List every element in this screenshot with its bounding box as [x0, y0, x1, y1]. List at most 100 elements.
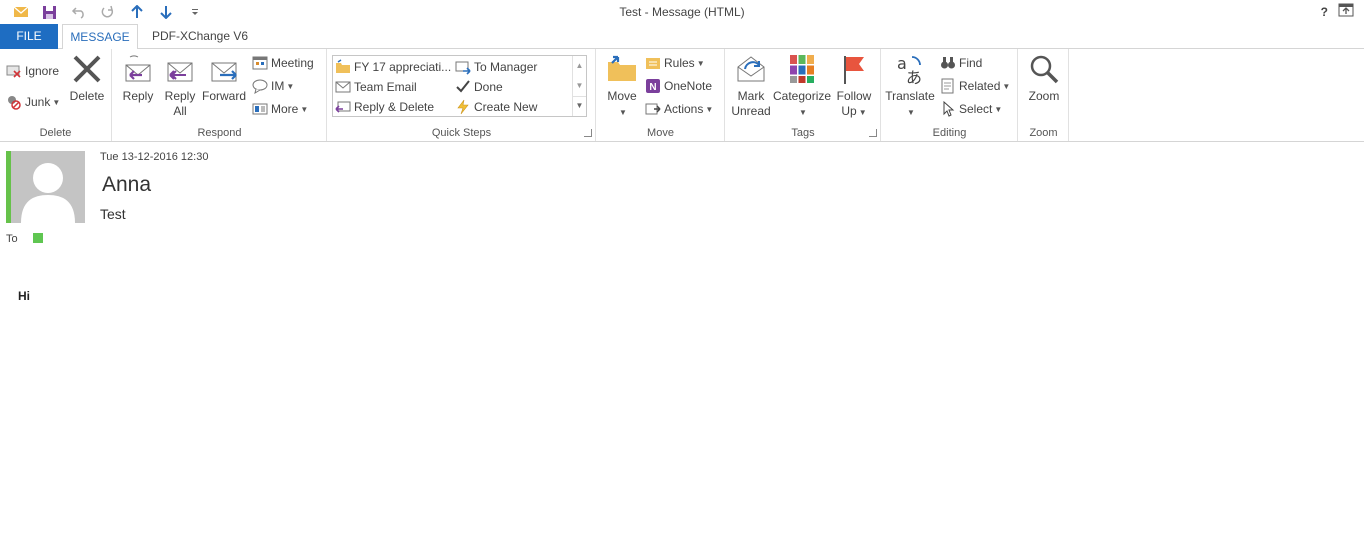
ribbon-tabs: FILE MESSAGE PDF-XChange V6 — [0, 24, 1364, 50]
move-button[interactable]: Move ▼ — [603, 53, 641, 120]
scroll-up-icon[interactable]: ▲ — [573, 56, 586, 76]
editing-group-label: Editing — [932, 127, 967, 139]
more-respond-button[interactable]: More ▼ — [252, 99, 308, 119]
more-icon — [252, 103, 268, 115]
lightning-icon — [457, 99, 469, 115]
tab-pdf-xchange[interactable]: PDF-XChange V6 — [148, 24, 252, 49]
zoom-button[interactable]: Zoom — [1023, 53, 1065, 104]
move-group: Move ▼ Rules ▼ N OneNote Actions ▼ Move — [597, 49, 725, 141]
tab-file[interactable]: FILE — [0, 24, 58, 49]
rules-icon — [646, 58, 660, 69]
quick-steps-group: FY 17 appreciati... Team Email Reply & D… — [328, 49, 596, 141]
im-button[interactable]: IM ▼ — [252, 76, 294, 96]
move-group-label: Move — [647, 127, 674, 139]
quick-step-done[interactable]: Done — [455, 77, 503, 97]
team-email-icon — [335, 81, 351, 93]
recipient-presence-icon[interactable] — [33, 233, 43, 243]
actions-button[interactable]: Actions ▼ — [645, 99, 713, 119]
ignore-button[interactable]: Ignore — [6, 61, 59, 81]
related-button[interactable]: Related ▼ — [940, 76, 1010, 96]
follow-up-label-2: Up — [841, 104, 857, 118]
delete-x-icon — [73, 55, 101, 83]
message-body: Hi — [18, 289, 30, 303]
magnifier-icon — [1030, 55, 1059, 84]
help-button[interactable]: ? — [1321, 5, 1328, 19]
reply-delete-icon — [335, 101, 351, 113]
avatar[interactable] — [11, 151, 85, 223]
ribbon-display-options-icon[interactable] — [1338, 3, 1354, 20]
categorize-button[interactable]: Categorize ▼ — [773, 53, 831, 120]
gallery-expand-icon[interactable]: ▼ — [573, 96, 586, 116]
svg-text:あ: あ — [906, 68, 922, 85]
quick-step-team-email[interactable]: Team Email — [335, 77, 417, 97]
forward-button[interactable]: Forward — [201, 53, 247, 104]
tags-launcher-icon[interactable] — [869, 129, 877, 137]
quick-step-create-new[interactable]: Create New — [455, 97, 537, 117]
quick-step-reply-delete-label: Reply & Delete — [354, 100, 435, 114]
im-label: IM — [271, 79, 285, 93]
to-label: To — [6, 233, 18, 245]
quick-steps-group-label: Quick Steps — [431, 127, 492, 139]
categorize-label: Categorize — [773, 89, 832, 103]
translate-label: Translate — [885, 89, 935, 103]
to-manager-icon — [455, 61, 471, 75]
translate-button[interactable]: aあ Translate ▼ — [884, 53, 936, 120]
quick-steps-launcher-icon[interactable] — [584, 129, 592, 137]
meeting-icon — [252, 56, 268, 70]
message-subject: Test — [100, 206, 126, 222]
quick-step-create-new-label: Create New — [474, 100, 538, 114]
forward-icon — [211, 62, 237, 82]
delete-group: Ignore Junk ▼ Delete Delete — [0, 49, 112, 141]
im-icon — [252, 79, 268, 94]
quick-step-reply-delete[interactable]: Reply & Delete — [335, 97, 434, 117]
find-label: Find — [959, 56, 983, 70]
message-pane: Tue 13-12-2016 12:30 Anna Test To Hi — [0, 142, 1364, 553]
ignore-icon — [6, 65, 21, 78]
mark-unread-button[interactable]: Mark Unread — [730, 53, 772, 119]
reply-icon — [125, 55, 151, 82]
folder-move-icon — [336, 59, 350, 73]
forward-label: Forward — [201, 89, 246, 103]
actions-icon — [645, 103, 661, 115]
zoom-label: Zoom — [1028, 89, 1060, 103]
find-button[interactable]: Find — [940, 53, 982, 73]
quick-step-fy17-label: FY 17 appreciati... — [354, 60, 452, 74]
rules-button[interactable]: Rules ▼ — [645, 53, 705, 73]
sender-name[interactable]: Anna — [102, 173, 151, 197]
reply-button[interactable]: Reply — [119, 53, 157, 104]
onenote-button[interactable]: N OneNote — [645, 76, 712, 96]
mark-unread-label-2: Unread — [731, 104, 771, 118]
scroll-down-icon[interactable]: ▼ — [573, 76, 586, 96]
tags-group-label: Tags — [791, 127, 815, 139]
reply-all-button[interactable]: Reply All — [161, 53, 199, 119]
rules-label: Rules — [664, 56, 695, 70]
quick-steps-scrollbar[interactable]: ▲ ▼ ▼ — [572, 56, 586, 116]
quick-step-to-manager[interactable]: To Manager — [455, 57, 537, 77]
svg-text:N: N — [649, 82, 656, 93]
meeting-label: Meeting — [271, 56, 314, 70]
related-label: Related — [959, 79, 1001, 93]
quick-step-fy17[interactable]: FY 17 appreciati... — [335, 57, 451, 77]
delete-group-label: Delete — [39, 127, 72, 139]
respond-group: Reply Reply All Forward Meeting IM ▼ More… — [113, 49, 327, 141]
follow-up-button[interactable]: Follow Up ▼ — [832, 53, 876, 120]
more-label: More — [271, 102, 299, 116]
message-date: Tue 13-12-2016 12:30 — [100, 151, 209, 163]
junk-icon — [8, 96, 21, 110]
related-icon — [941, 78, 954, 94]
person-silhouette-icon — [21, 163, 75, 223]
categorize-icon — [790, 55, 814, 83]
reply-all-label-1: Reply — [164, 89, 196, 103]
follow-up-label-1: Follow — [836, 89, 872, 103]
tab-message[interactable]: MESSAGE — [62, 24, 138, 50]
junk-button[interactable]: Junk ▼ — [6, 92, 60, 112]
tags-group: Mark Unread Categorize ▼ Follow Up ▼ Tags — [726, 49, 881, 141]
delete-button[interactable]: Delete — [66, 53, 108, 104]
binoculars-icon — [941, 57, 955, 69]
select-button[interactable]: Select ▼ — [940, 99, 1002, 119]
meeting-button[interactable]: Meeting — [252, 53, 314, 73]
editing-group: aあ Translate ▼ Find Related ▼ Select ▼ Edit… — [882, 49, 1018, 141]
cursor-icon — [943, 101, 955, 117]
select-label: Select — [959, 102, 993, 116]
mark-unread-label-1: Mark — [737, 89, 765, 103]
